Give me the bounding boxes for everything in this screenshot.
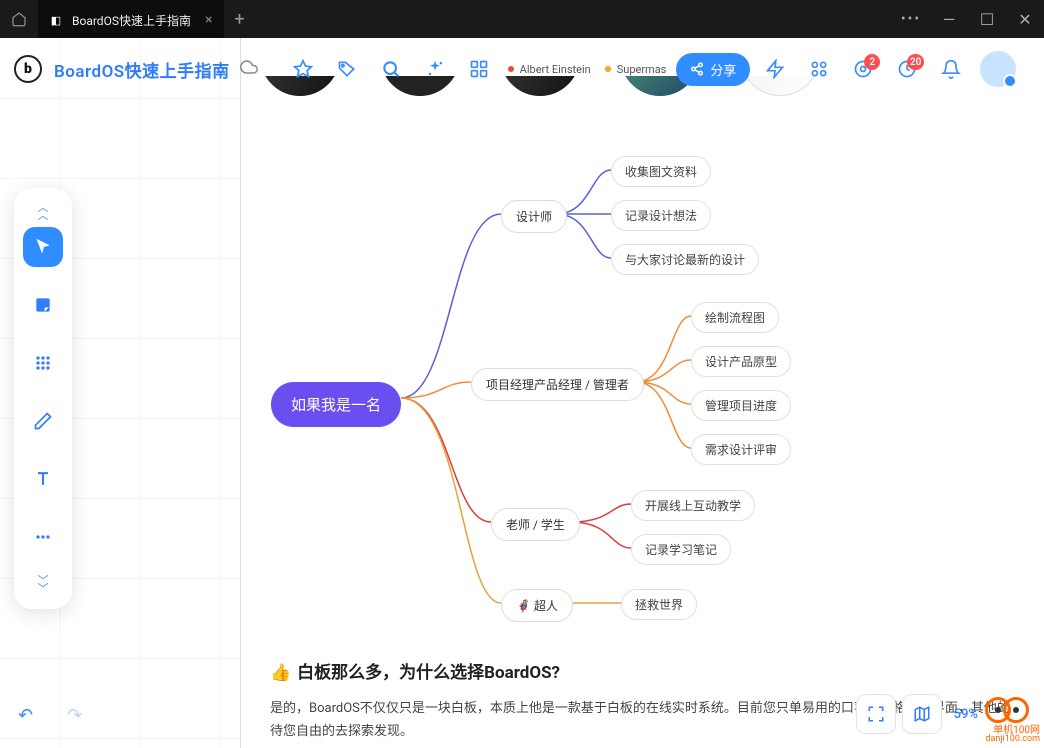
expand-down-icon[interactable]: ﹀﹀: [38, 577, 49, 592]
mindmap-leaf[interactable]: 记录学习笔记: [631, 534, 731, 565]
presence-chip[interactable]: Supermas: [601, 63, 671, 76]
maximize-button[interactable]: ☐: [968, 0, 1006, 38]
app-topbar: b BoardOS快速上手指南 Albert Einstein Supermas…: [0, 38, 1044, 100]
pen-tool[interactable]: [23, 401, 63, 441]
mindmap-leaf[interactable]: 设计产品原型: [691, 346, 791, 377]
text-tool[interactable]: [23, 459, 63, 499]
minimize-button[interactable]: —: [930, 0, 968, 38]
tag-icon[interactable]: [328, 50, 366, 88]
mindmap-leaf[interactable]: 收集图文资料: [611, 156, 711, 187]
badge: 20: [907, 54, 924, 70]
presence-chip[interactable]: Albert Einstein: [504, 63, 595, 76]
cloud-sync-icon[interactable]: [240, 58, 258, 80]
mindmap-leaf[interactable]: 拯救世界: [621, 589, 697, 620]
badge: 2: [864, 54, 880, 70]
mindmap-leaf[interactable]: 需求设计评审: [691, 434, 791, 465]
sparkle-icon[interactable]: [416, 50, 454, 88]
mindmap-branch[interactable]: 项目经理产品经理 / 管理者: [471, 368, 644, 401]
app-root: b BoardOS快速上手指南 Albert Einstein Supermas…: [0, 38, 1044, 748]
content-panel: 如果我是一名 设计师 收集图文资料 记录设计想法 与大家讨论最新的设计 项目经理…: [240, 38, 1044, 748]
bolt-icon[interactable]: [756, 50, 794, 88]
map-button[interactable]: [902, 694, 942, 734]
mindmap-leaf[interactable]: 与大家讨论最新的设计: [611, 244, 759, 275]
bell-icon[interactable]: [932, 50, 970, 88]
home-button[interactable]: [0, 0, 38, 38]
sticky-tool[interactable]: [23, 285, 63, 325]
new-tab-button[interactable]: +: [224, 0, 254, 38]
tab-favicon-icon: ◧: [48, 12, 64, 28]
tab-title: BoardOS快速上手指南: [72, 12, 191, 29]
board-title[interactable]: BoardOS快速上手指南: [54, 57, 230, 82]
zoom-level[interactable]: 59%: [948, 707, 984, 722]
watermark-url: danji100.com: [985, 734, 1040, 744]
app-logo-icon[interactable]: b: [14, 55, 42, 83]
tab-close-icon[interactable]: ×: [205, 12, 212, 28]
apps-icon[interactable]: [800, 50, 838, 88]
notification-1-icon[interactable]: 2: [844, 50, 882, 88]
mindmap-root[interactable]: 如果我是一名: [271, 382, 401, 427]
article-heading: 👍白板那么多，为什么选择BoardOS?: [270, 658, 1014, 683]
browser-menu-button[interactable]: •••: [892, 0, 930, 38]
left-toolbar: ︿︿ ﹀﹀: [14, 188, 72, 609]
watermark: 单机100网 danji100.com: [985, 697, 1040, 744]
fit-screen-button[interactable]: [856, 694, 896, 734]
mindmap-branch[interactable]: 老师 / 学生: [491, 508, 580, 541]
mindmap-leaf[interactable]: 管理项目进度: [691, 390, 791, 421]
presence-dot-icon: [508, 66, 514, 72]
mindmap-leaf[interactable]: 记录设计想法: [611, 200, 711, 231]
star-icon[interactable]: [284, 50, 322, 88]
cursor-tool[interactable]: [23, 227, 63, 267]
search-icon[interactable]: [372, 50, 410, 88]
thumbs-up-icon: 👍: [270, 663, 291, 683]
mindmap-leaf[interactable]: 开展线上互动教学: [631, 490, 755, 521]
mindmap-leaf[interactable]: 绘制流程图: [691, 302, 779, 333]
mindmap-branch[interactable]: 设计师: [501, 200, 567, 233]
undo-redo-bar: ↶ ↷: [18, 705, 82, 726]
apps-grid-icon[interactable]: [460, 50, 498, 88]
watermark-icon: [1003, 697, 1029, 723]
more-tools[interactable]: [23, 517, 63, 557]
close-window-button[interactable]: ✕: [1006, 0, 1044, 38]
grid-tool[interactable]: [23, 343, 63, 383]
browser-titlebar: ◧ BoardOS快速上手指南 × + ••• — ☐ ✕: [0, 0, 1044, 38]
share-button[interactable]: 分享: [676, 53, 750, 86]
notification-2-icon[interactable]: 20: [888, 50, 926, 88]
user-avatar[interactable]: [980, 51, 1016, 87]
presence-dot-icon: [605, 66, 611, 72]
browser-tab[interactable]: ◧ BoardOS快速上手指南 ×: [38, 0, 224, 38]
collapse-up-icon[interactable]: ︿︿: [38, 204, 49, 219]
undo-button[interactable]: ↶: [18, 705, 33, 726]
mindmap-branch[interactable]: 🦸 超人: [501, 589, 573, 622]
mindmap[interactable]: 如果我是一名 设计师 收集图文资料 记录设计想法 与大家讨论最新的设计 项目经理…: [271, 108, 1024, 628]
redo-button[interactable]: ↷: [67, 705, 82, 726]
